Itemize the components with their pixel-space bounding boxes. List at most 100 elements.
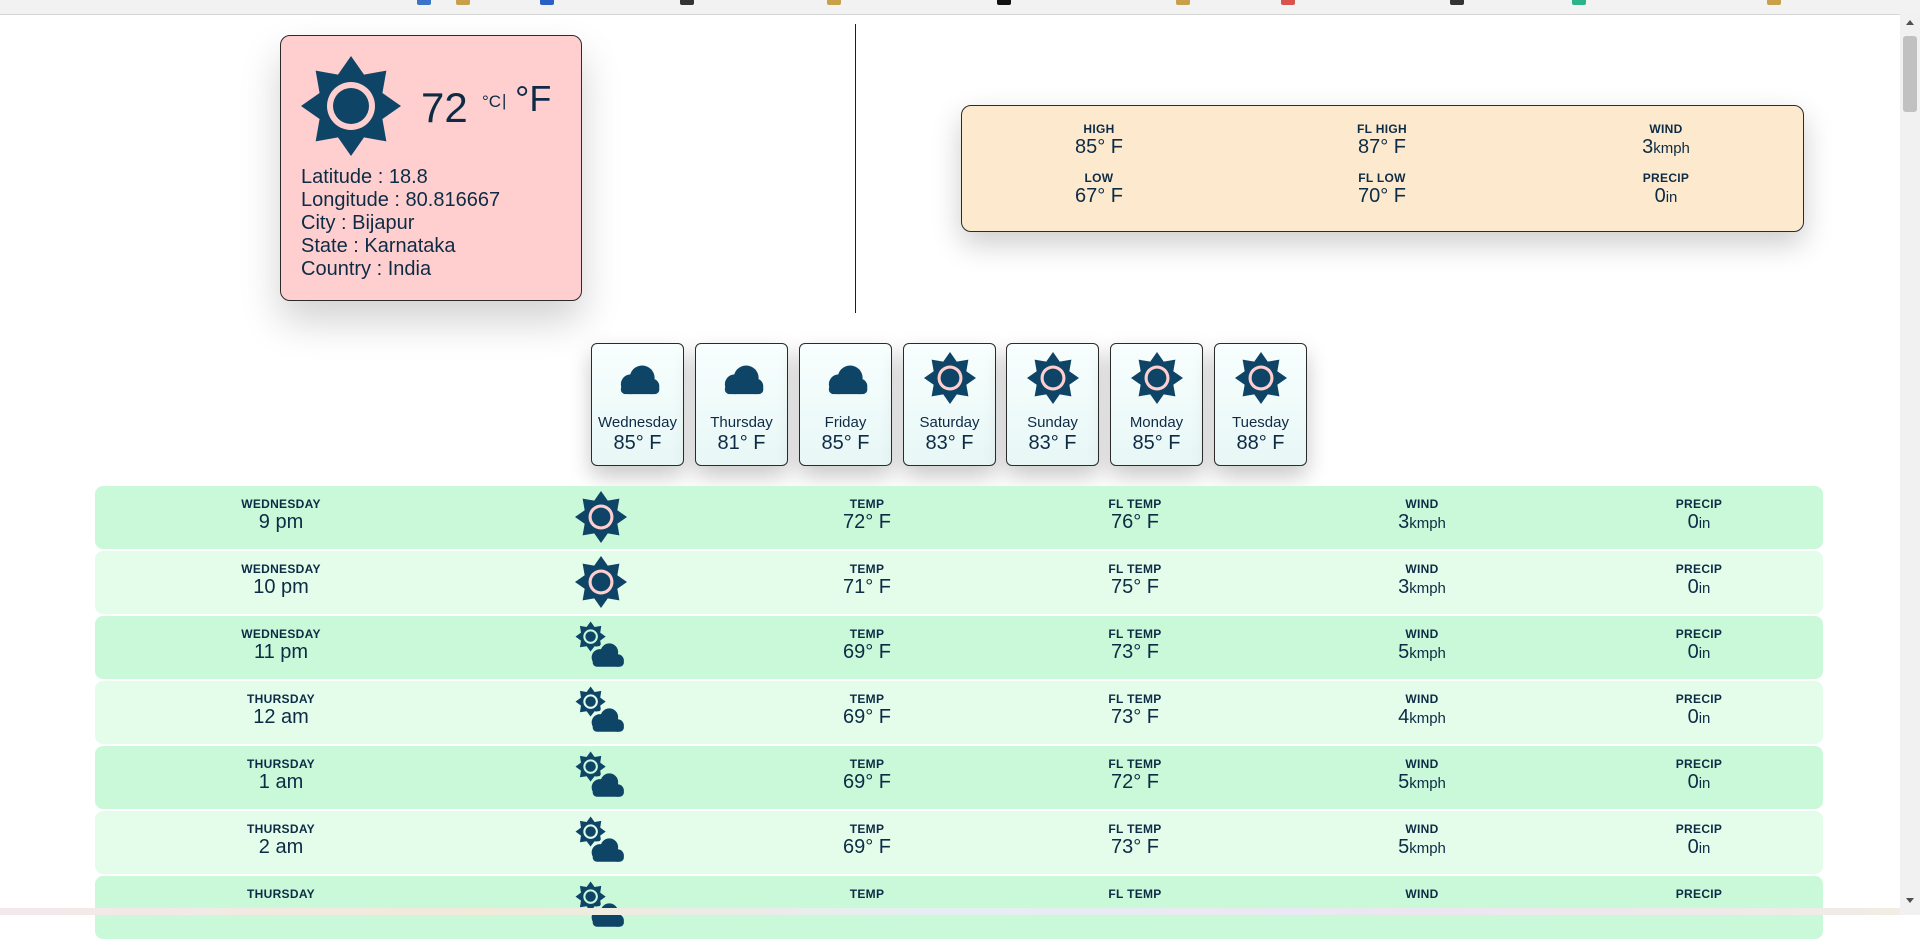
temp-label: TEMP bbox=[849, 887, 885, 901]
hour-precip-cell: PRECIP 0in bbox=[1599, 498, 1799, 535]
hour-temp-cell: TEMP 69° F bbox=[767, 823, 967, 859]
hour-fl-temp-cell: FL TEMP 72° F bbox=[1035, 758, 1235, 794]
wind-label: WIND bbox=[1405, 562, 1439, 576]
forecast-day-temp: 85° F bbox=[613, 432, 662, 454]
high-label: HIGH bbox=[1083, 122, 1115, 136]
partly-cloudy-icon bbox=[575, 751, 627, 803]
low-label: LOW bbox=[1084, 171, 1114, 185]
country-text: Country : India bbox=[301, 258, 432, 280]
hour-wind-cell: WIND 5kmph bbox=[1322, 823, 1522, 860]
hour-fl-temp-cell: FL TEMP 73° F bbox=[1035, 693, 1235, 729]
fl-low-label: FL LOW bbox=[1358, 171, 1406, 185]
forecast-day-card[interactable]: Tuesday 88° F bbox=[1214, 343, 1307, 466]
hour-precip-cell: PRECIP 0in bbox=[1599, 693, 1799, 730]
hour-day-label: THURSDAY bbox=[247, 822, 315, 836]
forecast-day-temp: 85° F bbox=[1132, 432, 1181, 454]
temp-label: TEMP bbox=[849, 497, 885, 511]
hourly-row: WEDNESDAY 11 pm TEMP 69° F FL TEMP 73° F WIND 5… bbox=[95, 616, 1823, 679]
hour-time: 1 am bbox=[258, 771, 304, 793]
precip-label: PRECIP bbox=[1675, 692, 1723, 706]
hour-fl-temp-cell: FL TEMP 76° F bbox=[1035, 498, 1235, 534]
hour-temp-cell: TEMP 72° F bbox=[767, 498, 967, 534]
sun-icon bbox=[575, 556, 627, 608]
forecast-day-name: Tuesday bbox=[1232, 414, 1289, 431]
hour-wind-cell: WIND 4kmph bbox=[1322, 693, 1522, 730]
scrollbar-thumb[interactable] bbox=[1903, 36, 1917, 112]
wind-value: 3 bbox=[1398, 576, 1410, 598]
fahrenheit-toggle[interactable]: °F bbox=[515, 78, 551, 120]
hour-precip-cell: PRECIP 0in bbox=[1599, 823, 1799, 860]
wind-label: WIND bbox=[1405, 822, 1439, 836]
forecast-day-card[interactable]: Saturday 83° F bbox=[903, 343, 996, 466]
wind-value: 5 bbox=[1398, 641, 1410, 663]
wind-value: 3 bbox=[1642, 136, 1654, 158]
hour-day-label: THURSDAY bbox=[247, 757, 315, 771]
forecast-day-name: Saturday bbox=[919, 414, 980, 431]
forecast-day-name: Sunday bbox=[1027, 414, 1078, 431]
high-stat: HIGH 85° F bbox=[999, 123, 1199, 159]
precip-unit: in bbox=[1665, 189, 1678, 206]
forecast-day-card[interactable]: Monday 85° F bbox=[1110, 343, 1203, 466]
forecast-day-card[interactable]: Friday 85° F bbox=[799, 343, 892, 466]
temp-label: TEMP bbox=[849, 822, 885, 836]
hour-temp-cell: TEMP 69° F bbox=[767, 758, 967, 794]
fl-high-value: 87° F bbox=[1357, 136, 1407, 158]
hour-wind-cell: WIND 5kmph bbox=[1322, 758, 1522, 795]
forecast-day-card[interactable]: Wednesday 85° F bbox=[591, 343, 684, 466]
hour-time-cell: WEDNESDAY 10 pm bbox=[181, 563, 381, 599]
temp-value: 69° F bbox=[842, 641, 892, 663]
hour-temp-cell: TEMP 71° F bbox=[767, 563, 967, 599]
wind-unit: kmph bbox=[1409, 580, 1446, 597]
wind-value: 5 bbox=[1398, 836, 1410, 858]
wind-label: WIND bbox=[1405, 757, 1439, 771]
low-value: 67° F bbox=[1074, 185, 1124, 207]
precip-value: 0 bbox=[1687, 836, 1699, 858]
precip-value: 0 bbox=[1687, 576, 1699, 598]
forecast-day-name: Friday bbox=[824, 414, 867, 431]
hour-wind-cell: WIND 5kmph bbox=[1322, 628, 1522, 665]
hour-fl-temp-cell: FL TEMP 73° F bbox=[1035, 628, 1235, 664]
state-text: State : Karnataka bbox=[301, 235, 456, 257]
scroll-up-arrow-icon[interactable] bbox=[1906, 20, 1914, 25]
hour-fl-temp-cell: FL TEMP bbox=[1035, 888, 1235, 901]
latitude-text: Latitude : 18.8 bbox=[301, 166, 428, 188]
city-text: City : Bijapur bbox=[301, 212, 415, 234]
temp-value: 69° F bbox=[842, 836, 892, 858]
hour-precip-cell: PRECIP 0in bbox=[1599, 628, 1799, 665]
precip-unit: in bbox=[1698, 775, 1711, 792]
wind-unit: kmph bbox=[1409, 515, 1446, 532]
hourly-row: WEDNESDAY 9 pm TEMP 72° F FL TEMP 76° F WIND 3k… bbox=[95, 486, 1823, 549]
precip-value: 0 bbox=[1687, 641, 1699, 663]
precip-value: 0 bbox=[1687, 771, 1699, 793]
wind-value: 4 bbox=[1398, 706, 1410, 728]
fl-temp-label: FL TEMP bbox=[1108, 757, 1162, 771]
hour-temp-cell: TEMP 69° F bbox=[767, 693, 967, 729]
forecast-day-card[interactable]: Thursday 81° F bbox=[695, 343, 788, 466]
forecast-day-name: Wednesday bbox=[598, 414, 677, 431]
wind-unit: kmph bbox=[1409, 840, 1446, 857]
celsius-toggle[interactable]: °C bbox=[482, 92, 501, 112]
scroll-down-arrow-icon[interactable] bbox=[1906, 898, 1914, 903]
sun-icon bbox=[575, 491, 627, 543]
precip-stat: PRECIP 0in bbox=[1566, 172, 1766, 209]
wind-label: WIND bbox=[1649, 122, 1683, 136]
forecast-day-card[interactable]: Sunday 83° F bbox=[1006, 343, 1099, 466]
location-details: Latitude : 18.8 Longitude : 80.816667 Ci… bbox=[301, 166, 500, 281]
fl-high-stat: FL HIGH 87° F bbox=[1282, 123, 1482, 159]
precip-unit: in bbox=[1698, 515, 1711, 532]
hour-time-cell: THURSDAY 2 am bbox=[181, 823, 381, 859]
temp-value: 69° F bbox=[842, 771, 892, 793]
vertical-scrollbar[interactable] bbox=[1900, 14, 1920, 915]
precip-label: PRECIP bbox=[1675, 627, 1723, 641]
hour-wind-cell: WIND 3kmph bbox=[1322, 563, 1522, 600]
precip-unit: in bbox=[1698, 645, 1711, 662]
partly-cloudy-icon bbox=[575, 816, 627, 868]
hourly-row: THURSDAY 2 am TEMP 69° F FL TEMP 73° F WIND 5km… bbox=[95, 811, 1823, 874]
temp-value: 72° F bbox=[842, 511, 892, 533]
bottom-edge-strip bbox=[0, 908, 1900, 915]
wind-unit: kmph bbox=[1409, 645, 1446, 662]
wind-unit: kmph bbox=[1409, 710, 1446, 727]
sun-icon bbox=[1131, 352, 1183, 404]
sun-icon bbox=[1235, 352, 1287, 404]
wind-label: WIND bbox=[1405, 692, 1439, 706]
